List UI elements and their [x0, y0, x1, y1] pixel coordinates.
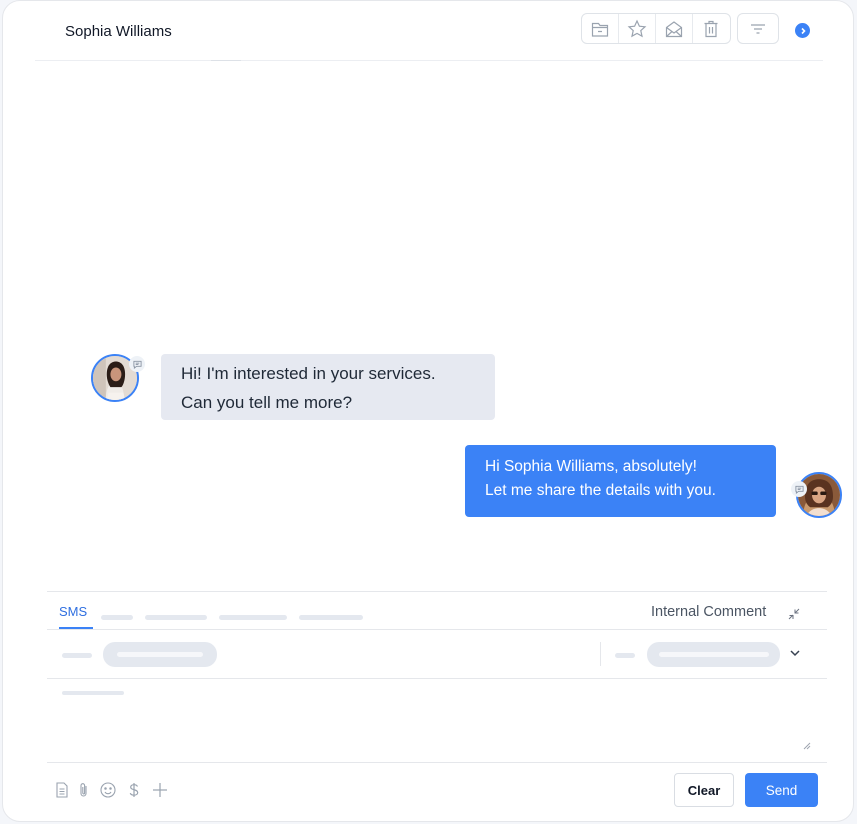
delete-button[interactable]: [693, 14, 730, 43]
tab-sms[interactable]: SMS: [59, 604, 87, 619]
message-icon: [794, 485, 804, 494]
composer-tabs: SMS Internal Comment: [47, 592, 827, 630]
sender-recipient-row: [47, 630, 827, 679]
mark-unread-icon: [665, 20, 683, 37]
plus-icon[interactable]: [151, 781, 169, 799]
message-line: Can you tell me more?: [181, 393, 353, 412]
composer-actions: Clear Send: [47, 763, 827, 821]
resize-handle-icon[interactable]: [802, 741, 811, 750]
sms-channel-badge: [791, 481, 807, 497]
message-icon: [132, 360, 142, 369]
from-number-select[interactable]: [103, 642, 217, 667]
tab-placeholder: [101, 615, 133, 620]
filter-button[interactable]: [737, 13, 779, 44]
dollar-icon[interactable]: [125, 781, 143, 799]
outbound-message-bubble: Hi Sophia Williams, absolutely! Let me s…: [465, 445, 776, 517]
star-icon: [627, 19, 647, 37]
message-line: Let me share the details with you.: [485, 482, 716, 499]
tab-internal-comment[interactable]: Internal Comment: [651, 604, 766, 620]
message-line: Hi! I'm interested in your services.: [181, 364, 436, 383]
message-composer: SMS Internal Comment Clear Send: [47, 591, 827, 821]
archive-button[interactable]: [582, 14, 619, 43]
star-button[interactable]: [619, 14, 656, 43]
conversation-header: Sophia Williams: [35, 1, 823, 61]
sms-channel-badge: [129, 356, 145, 372]
document-icon[interactable]: [53, 781, 71, 799]
contact-name: Sophia Williams: [65, 23, 172, 40]
field-divider: [600, 642, 601, 666]
to-label-placeholder: [615, 653, 635, 658]
filter-icon: [751, 23, 765, 34]
collapse-icon[interactable]: [787, 607, 801, 621]
message-input-placeholder: [62, 691, 124, 695]
paperclip-icon[interactable]: [75, 781, 93, 799]
chevron-right-icon: [800, 27, 806, 34]
mark-unread-button[interactable]: [656, 14, 693, 43]
trash-icon: [704, 20, 718, 37]
archive-icon: [591, 22, 609, 37]
message-input[interactable]: [47, 679, 827, 763]
message-actions-toolbar: [581, 13, 731, 44]
tab-placeholder: [219, 615, 287, 620]
chevron-down-icon[interactable]: [789, 647, 801, 659]
message-line: Hi Sophia Williams, absolutely!: [485, 458, 697, 475]
from-label-placeholder: [62, 653, 92, 658]
header-divider-accent: [211, 60, 241, 61]
next-conversation-button[interactable]: [795, 23, 810, 38]
tab-placeholder: [145, 615, 207, 620]
to-number-select[interactable]: [647, 642, 780, 667]
send-button[interactable]: Send: [745, 773, 818, 807]
emoji-icon[interactable]: [99, 781, 117, 799]
conversation-panel: Sophia Williams Hi! I'm interested in yo…: [2, 0, 854, 822]
inbound-message-bubble: Hi! I'm interested in your services. Can…: [161, 354, 495, 420]
active-tab-indicator: [59, 627, 93, 629]
clear-button[interactable]: Clear: [674, 773, 734, 807]
tab-placeholder: [299, 615, 363, 620]
